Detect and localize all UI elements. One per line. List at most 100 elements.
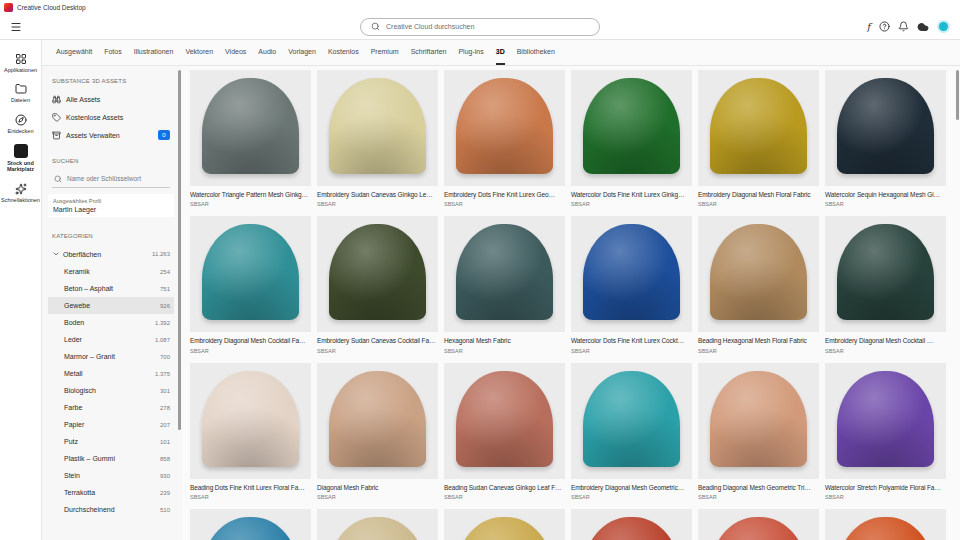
tab[interactable]: 3D xyxy=(496,40,505,65)
asset-card[interactable]: Beading Diagonal Mesh Geometric Tri…SBSA… xyxy=(698,363,819,500)
subcategory-row[interactable]: Metall1.375 xyxy=(48,365,174,382)
asset-title: Embroidery Sudan Canevas Ginkgo Le… xyxy=(317,191,438,199)
subcategory-row[interactable]: Plastik – Gummi858 xyxy=(48,450,174,467)
tab[interactable]: Bibliotheken xyxy=(517,40,555,65)
asset-format: SBSAR xyxy=(825,348,946,354)
rail-item[interactable]: Dateien xyxy=(0,82,41,104)
tab[interactable]: Kostenlos xyxy=(328,40,359,65)
binoculars-icon xyxy=(52,95,61,104)
global-search-field[interactable]: Creative Cloud durchsuchen xyxy=(360,18,600,36)
asset-card[interactable]: Beading Dots Fine Knit Lurex Floral Fa…S… xyxy=(190,363,311,500)
subcategory-row[interactable]: Keramik254 xyxy=(48,263,174,280)
subcategory-count: 1.087 xyxy=(155,337,170,343)
tag-icon xyxy=(52,113,61,122)
subcategory-row[interactable]: Leder1.087 xyxy=(48,331,174,348)
asset-card[interactable]: Beading Sudan Canevas Ginkgo Leaf F…SBSA… xyxy=(444,363,565,500)
asset-search-field[interactable]: Name oder Schlüsselwort xyxy=(52,170,170,188)
asset-card[interactable] xyxy=(825,509,946,540)
asset-preview xyxy=(190,363,311,479)
subcategory-row[interactable]: Terrakotta239 xyxy=(48,484,174,501)
cloud-icon[interactable] xyxy=(917,21,929,33)
asset-format: SBSAR xyxy=(444,348,565,354)
subcategory-count: 207 xyxy=(160,422,170,428)
asset-card[interactable] xyxy=(444,509,565,540)
asset-card[interactable]: Watercolor Dots Fine Knit Lurex Cockt…SB… xyxy=(571,216,692,353)
asset-preview xyxy=(444,216,565,332)
asset-title: Embroidery Diagonal Mesh Floral Fabric xyxy=(698,191,819,199)
subcategory-row[interactable]: Boden1.392 xyxy=(48,314,174,331)
asset-card[interactable]: Embroidery Dots Fine Knit Lurex Geo…SBSA… xyxy=(444,70,565,207)
asset-card[interactable]: Watercolor Dots Fine Knit Lurex Ginkg… SB… xyxy=(571,70,692,207)
asset-card[interactable]: Embroidery Diagonal Mesh Geometric…SBSAR xyxy=(571,363,692,500)
asset-card[interactable] xyxy=(190,509,311,540)
subcategory-row[interactable]: Farbe278 xyxy=(48,399,174,416)
asset-card[interactable]: Beading Hexagonal Mesh Floral FabricSBSA… xyxy=(698,216,819,353)
rail-item[interactable]: Schnellaktionen xyxy=(0,182,41,204)
asset-card[interactable]: Watercolor Sequin Hexagonal Mesh Gi…SBSA… xyxy=(825,70,946,207)
asset-grid: Watercolor Triangle Pattern Mesh Ginkg… S… xyxy=(182,66,954,540)
asset-format: SBSAR xyxy=(571,201,692,207)
sidebar-item[interactable]: Assets Verwalten0 xyxy=(52,126,170,144)
tab[interactable]: Videos xyxy=(225,40,246,65)
tab[interactable]: Vorlagen xyxy=(288,40,316,65)
tab[interactable]: Schriftarten xyxy=(411,40,447,65)
bell-icon[interactable] xyxy=(898,21,909,32)
asset-title: Watercolor Triangle Pattern Mesh Ginkg… xyxy=(190,191,311,199)
grid-scrollbar[interactable] xyxy=(954,66,960,540)
asset-card[interactable]: Watercolor Stretch Polyamide Floral Fa…S… xyxy=(825,363,946,500)
tab[interactable]: Ausgewählt xyxy=(56,40,92,65)
subcategory-row[interactable]: Biologisch301 xyxy=(48,382,174,399)
hamburger-menu-icon[interactable] xyxy=(10,21,22,33)
asset-preview xyxy=(825,363,946,479)
rail-item[interactable]: Applikationen xyxy=(0,52,41,74)
asset-title: Beading Dots Fine Knit Lurex Floral Fa… xyxy=(190,484,311,492)
fonts-button[interactable]: f xyxy=(867,22,871,32)
asset-card[interactable]: Watercolor Triangle Pattern Mesh Ginkg…S… xyxy=(190,70,311,207)
asset-preview xyxy=(317,363,438,479)
section-title: SUCHEN xyxy=(52,156,170,166)
subcategory-row[interactable]: Beton – Asphalt751 xyxy=(48,280,174,297)
subcategory-row[interactable]: Gewebe926 xyxy=(48,297,174,314)
tab[interactable]: Audio xyxy=(258,40,276,65)
asset-card[interactable]: Embroidery Sudan Canevas Ginkgo Le…SBSAR xyxy=(317,70,438,207)
asset-card[interactable]: Diagonal Mesh FabricSBSAR xyxy=(317,363,438,500)
asset-card[interactable]: Hexagonal Mesh FabricSBSAR xyxy=(444,216,565,353)
asset-card[interactable] xyxy=(317,509,438,540)
subcategory-row[interactable]: Stein930 xyxy=(48,467,174,484)
asset-card[interactable]: Embroidery Diagonal Mesh Cocktail …SBSAR xyxy=(825,216,946,353)
asset-format: SBSAR xyxy=(571,494,692,500)
tab[interactable]: Illustrationen xyxy=(134,40,174,65)
help-icon[interactable] xyxy=(879,21,890,32)
asset-preview xyxy=(190,509,311,540)
category-row[interactable]: Oberflächen11.263 xyxy=(52,245,170,263)
rail-item[interactable]: Entdecken xyxy=(0,113,41,135)
sidebar-item[interactable]: Kostenlose Assets xyxy=(52,108,170,126)
tab[interactable]: Vektoren xyxy=(185,40,213,65)
user-avatar[interactable] xyxy=(937,20,950,33)
subcategory-row[interactable]: Marmor – Granit700 xyxy=(48,348,174,365)
asset-title: Beading Sudan Canevas Ginkgo Leaf F… xyxy=(444,484,565,492)
asset-format: SBSAR xyxy=(825,494,946,500)
subcategory-count: 930 xyxy=(160,473,170,479)
asset-card[interactable]: Embroidery Diagonal Mesh Cocktail Fa…SBS… xyxy=(190,216,311,353)
asset-preview xyxy=(571,363,692,479)
tab[interactable]: Fotos xyxy=(104,40,122,65)
section-title: SUBSTANCE 3D ASSETS xyxy=(52,76,170,86)
tab[interactable]: Plug-ins xyxy=(458,40,483,65)
asset-card[interactable]: Embroidery Diagonal Mesh Floral FabricSB… xyxy=(698,70,819,207)
rail-item[interactable]: Stock und Marktplatz xyxy=(0,143,41,174)
asset-preview xyxy=(698,509,819,540)
subcategory-row[interactable]: Durchscheinend510 xyxy=(48,501,174,518)
subcategory-row[interactable]: Papier207 xyxy=(48,416,174,433)
tab[interactable]: Premium xyxy=(371,40,399,65)
subcategory-count: 278 xyxy=(160,405,170,411)
asset-title: Watercolor Dots Fine Knit Lurex Ginkg… xyxy=(571,191,692,199)
profile-selector[interactable]: Ausgewähltes ProfilMartin Laeger xyxy=(48,194,174,217)
subcategory-count: 926 xyxy=(160,303,170,309)
asset-card[interactable] xyxy=(571,509,692,540)
asset-title: Diagonal Mesh Fabric xyxy=(317,484,438,492)
asset-card[interactable]: Embroidery Sudan Canevas Cocktail Fa…SBS… xyxy=(317,216,438,353)
sidebar-item[interactable]: Alle Assets xyxy=(52,90,170,108)
asset-card[interactable] xyxy=(698,509,819,540)
subcategory-row[interactable]: Putz101 xyxy=(48,433,174,450)
